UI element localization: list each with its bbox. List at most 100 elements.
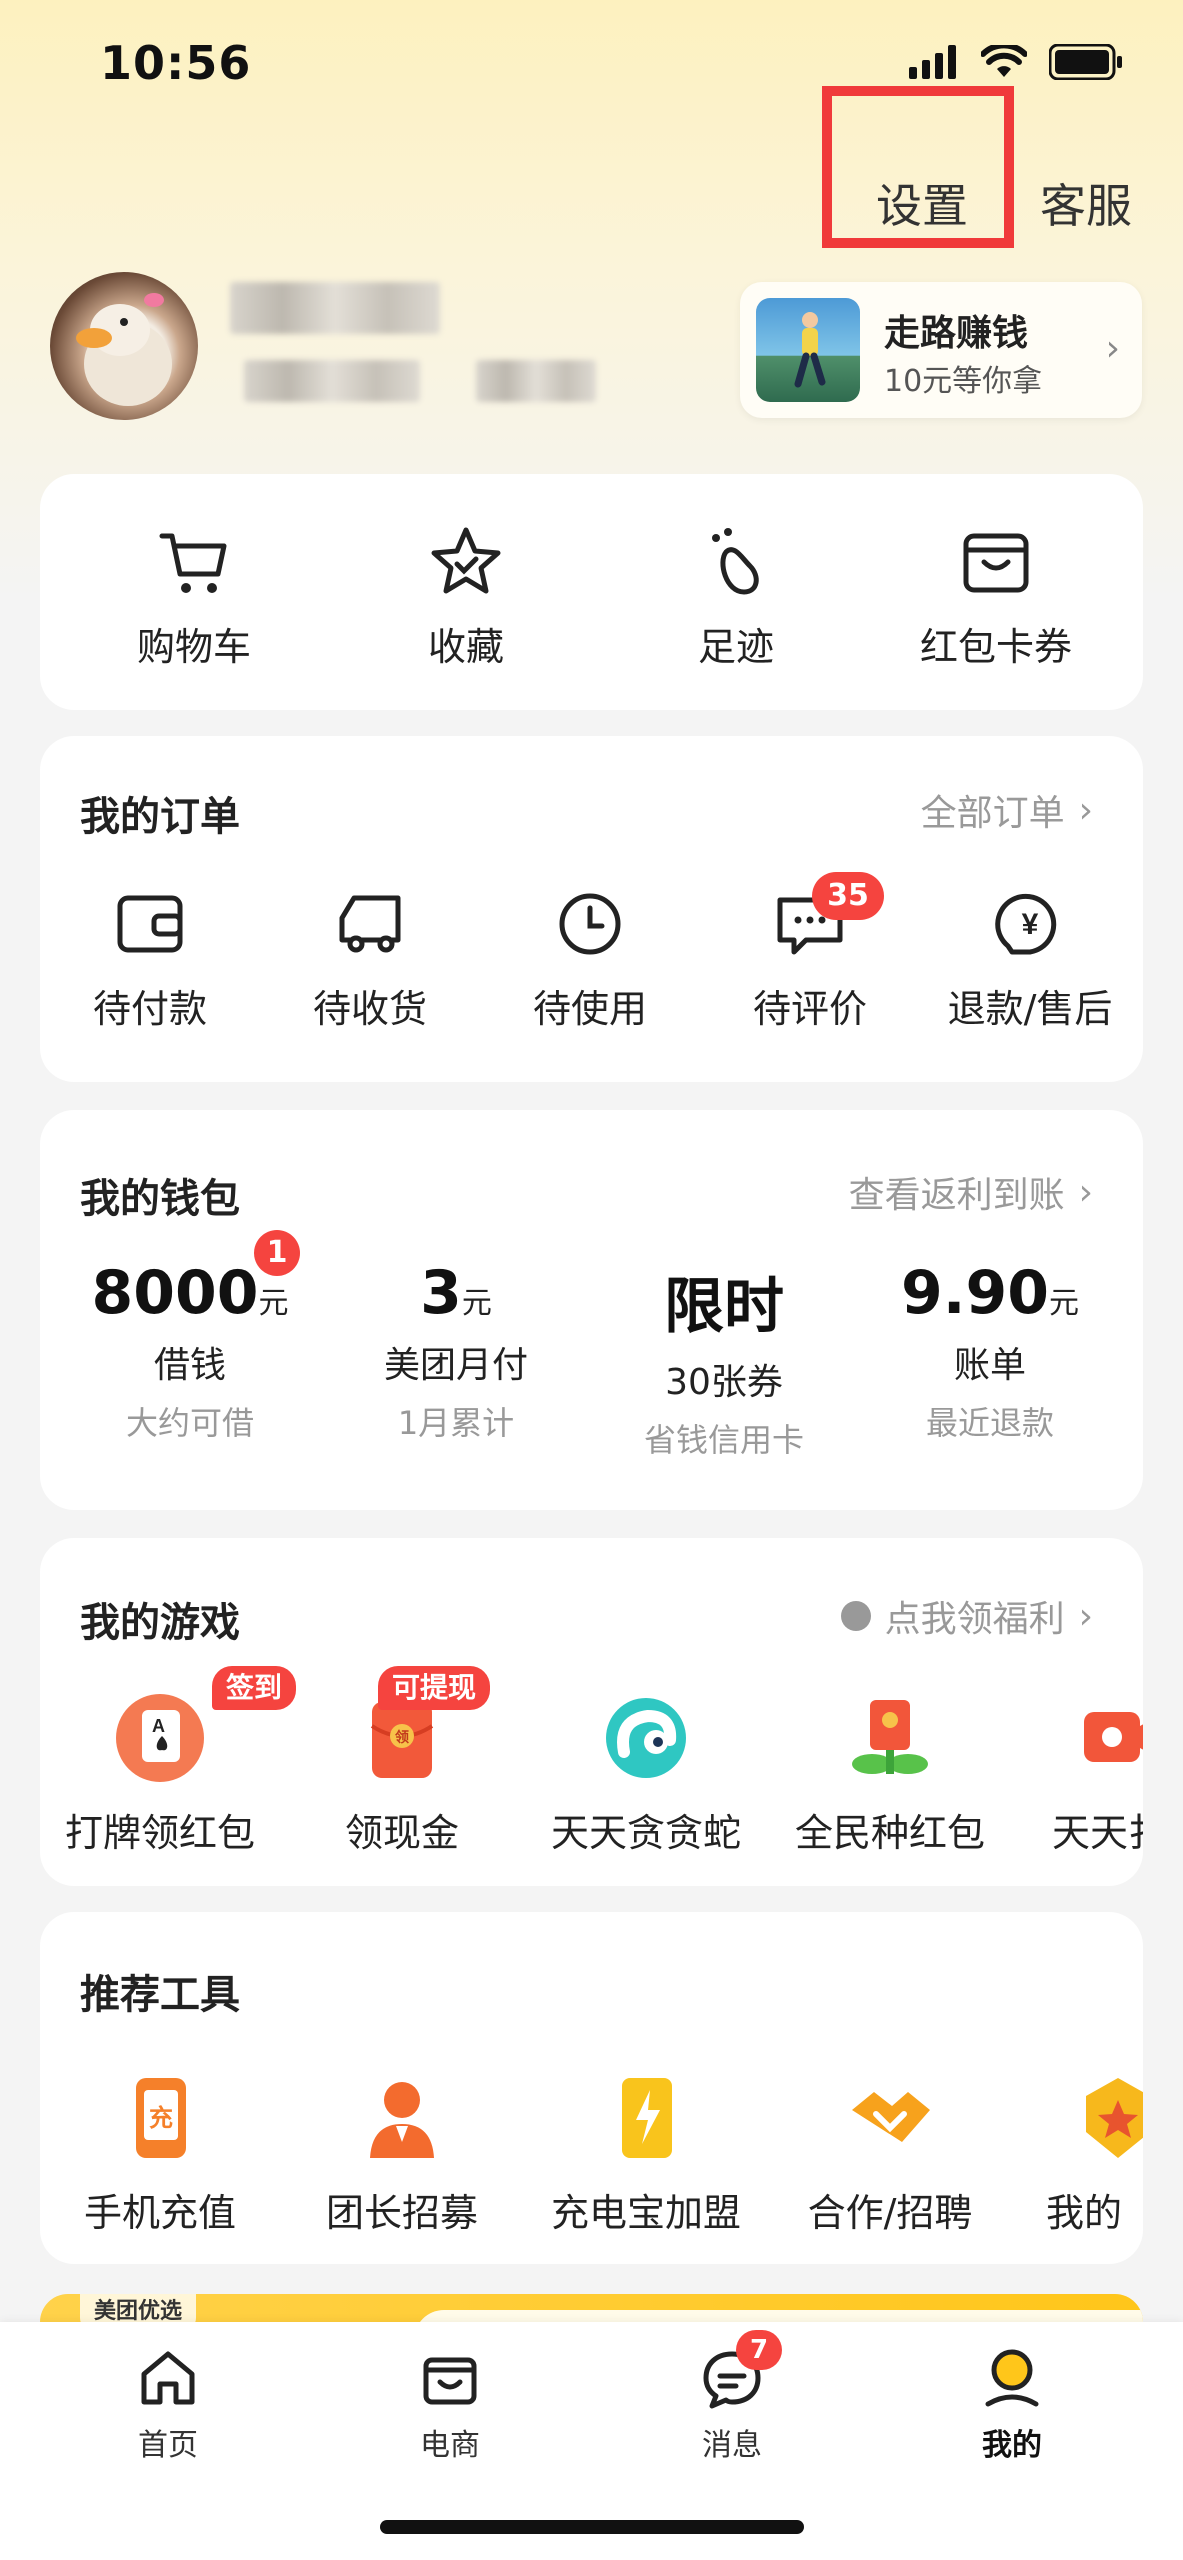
home-icon: [141, 2351, 195, 2405]
wallet-label: 借钱: [153, 1345, 226, 1386]
wallet-loan[interactable]: 8000元 借钱 大约可借: [80, 1258, 300, 1444]
all-orders-link[interactable]: 全部订单 ›: [921, 784, 1093, 836]
game-label: 天天扌: [1052, 1811, 1143, 1855]
order-pending-receipt[interactable]: 待收货: [280, 886, 460, 1033]
home-indicator: [380, 2520, 804, 2534]
wifi-icon: [981, 45, 1027, 77]
game-welfare-label: 点我领福利: [884, 1599, 1065, 1640]
wallet-bill[interactable]: 9.90元 账单 最近退款: [880, 1258, 1100, 1444]
tool-label: 我的: [1046, 2191, 1123, 2235]
refund-icon: ¥: [995, 893, 1057, 955]
tab-label: 我的: [982, 2428, 1042, 2463]
tool-cooperation[interactable]: 合作/招聘: [790, 2070, 990, 2237]
cart-icon: [159, 533, 227, 593]
orders-title: 我的订单: [80, 794, 240, 840]
quick-link-favorites[interactable]: 收藏: [376, 522, 556, 671]
tool-leader-recruit[interactable]: 团长招募: [302, 2070, 502, 2237]
wallet-label: 美团月付: [383, 1345, 528, 1386]
envelope-glyph: 领: [395, 1729, 409, 1746]
walk-card-title: 走路赚钱: [884, 313, 1029, 354]
orders-card: 我的订单 全部订单 › 待付款 待收货 待使用 待评价 35 ¥ 退款/售后: [40, 736, 1143, 1082]
games-title: 我的游戏: [80, 1600, 240, 1646]
recharge-glyph: 充: [149, 2104, 173, 2132]
wallet-value: 限时: [664, 1272, 784, 1342]
quick-link-coupons[interactable]: 红包卡券: [896, 522, 1096, 671]
customer-service-link[interactable]: 客服: [1040, 170, 1132, 236]
tool-label: 合作/招聘: [807, 2191, 973, 2235]
status-time: 10:56: [100, 36, 252, 90]
wallet-label: 30张券: [665, 1362, 783, 1403]
game-label: 全民种红包: [794, 1811, 985, 1855]
wallet-sub: 大约可借: [125, 1404, 254, 1442]
svg-text:¥: ¥: [1022, 908, 1039, 941]
game-card-play[interactable]: A 打牌领红包: [60, 1690, 260, 1857]
game-welfare-link[interactable]: 点我领福利 ›: [840, 1590, 1093, 1642]
order-label: 退款/售后: [947, 987, 1113, 1031]
chevron-right-icon: ›: [1078, 1595, 1093, 1637]
quick-link-footprints[interactable]: 足迹: [646, 522, 826, 671]
chevron-right-icon: ›: [1078, 789, 1093, 831]
tool-phone-recharge[interactable]: 充 手机充值: [60, 2070, 260, 2237]
profile-icon: [985, 2349, 1039, 2407]
loan-badge: 1: [254, 1230, 300, 1276]
wallet-credit-card[interactable]: 限时 30张券 省钱信用卡: [614, 1258, 834, 1461]
wallet-sub: 1月累计: [397, 1404, 515, 1442]
tab-messages[interactable]: 消息: [632, 2346, 832, 2464]
game-tag: 可提现: [378, 1666, 491, 1710]
leader-icon: [370, 2082, 434, 2158]
wallet-card: 我的钱包 查看返利到账 › 8000元 借钱 大约可借 1 3元 美团月付 1月…: [40, 1110, 1143, 1510]
wallet-value: 9.90: [900, 1258, 1050, 1328]
all-orders-label: 全部订单: [920, 793, 1065, 834]
avatar[interactable]: [50, 272, 198, 420]
tab-label: 消息: [702, 2428, 762, 2463]
signal-icon: [909, 45, 956, 79]
tool-powerbank[interactable]: 充电宝加盟: [546, 2070, 746, 2237]
wallet-value: 8000: [91, 1258, 259, 1328]
tab-shop[interactable]: 电商: [350, 2346, 550, 2464]
wallet-monthly-pay[interactable]: 3元 美团月付 1月累计: [346, 1258, 566, 1444]
wallet-title: 我的钱包: [80, 1176, 240, 1222]
game-video-envelope[interactable]: 天天扌: [1028, 1690, 1143, 1857]
rebate-link[interactable]: 查看返利到账 ›: [849, 1166, 1093, 1218]
settings-highlight-box: [822, 86, 1014, 248]
order-pending-use[interactable]: 待使用: [500, 886, 680, 1033]
quick-link-label: 购物车: [136, 625, 251, 669]
tool-my[interactable]: 我的: [1030, 2070, 1143, 2237]
truck-icon: [339, 895, 401, 953]
wallet-unit: 元: [461, 1286, 492, 1321]
footprint-icon: [712, 528, 759, 595]
game-plant-envelope[interactable]: 全民种红包: [790, 1690, 990, 1857]
game-label: 打牌领红包: [64, 1811, 255, 1855]
tool-label: 团长招募: [325, 2191, 478, 2235]
walk-card-subtitle: 10元等你拿: [884, 364, 1043, 399]
tab-home[interactable]: 首页: [68, 2346, 268, 2464]
review-count-badge: 35: [812, 872, 884, 920]
wallet-unit: 元: [258, 1286, 289, 1321]
order-pending-payment[interactable]: 待付款: [60, 886, 240, 1033]
game-cash[interactable]: 领 领现金: [302, 1690, 502, 1857]
games-card: 我的游戏 点我领福利 › A 打牌领红包 签到 领 领现金 可提现 天天贪贪蛇 …: [40, 1538, 1143, 1886]
tab-profile[interactable]: 我的: [912, 2346, 1112, 2464]
tools-card: 推荐工具 充 手机充值 团长招募 充电宝加盟 合作/招聘 我的: [40, 1912, 1143, 2264]
order-refund[interactable]: ¥ 退款/售后: [930, 886, 1130, 1033]
chevron-right-icon: ›: [1105, 328, 1120, 369]
card-game-icon: A: [116, 1694, 204, 1782]
walk-earn-card[interactable]: 走路赚钱 10元等你拿 ›: [740, 282, 1142, 418]
badge-icon: [1086, 2078, 1143, 2158]
quick-link-label: 红包卡券: [919, 625, 1072, 669]
handshake-icon: [852, 2092, 930, 2142]
walking-person-image: [756, 298, 860, 402]
chevron-right-icon: ›: [1078, 1171, 1093, 1213]
message-badge: 7: [736, 2330, 782, 2370]
game-label: 领现金: [344, 1811, 459, 1855]
wallet-sub: 省钱信用卡: [643, 1421, 804, 1459]
tools-title: 推荐工具: [80, 1972, 240, 2018]
coupon-wallet-icon: [963, 533, 1029, 593]
order-label: 待收货: [312, 987, 427, 1031]
clock-icon: [559, 893, 621, 955]
quick-link-cart[interactable]: 购物车: [104, 522, 284, 671]
wallet-value: 3: [420, 1258, 462, 1328]
tool-label: 手机充值: [83, 2191, 236, 2235]
dot-icon: [840, 1601, 871, 1631]
game-snake[interactable]: 天天贪贪蛇: [546, 1690, 746, 1857]
